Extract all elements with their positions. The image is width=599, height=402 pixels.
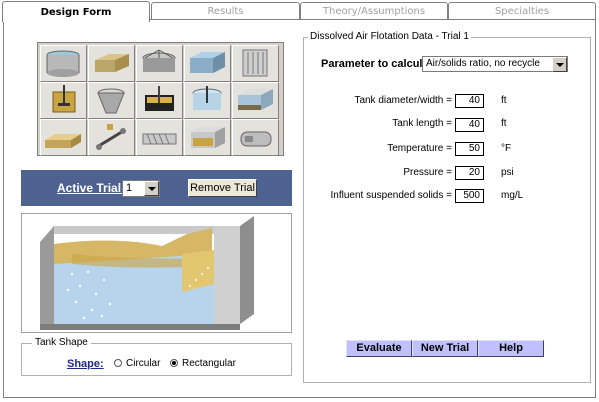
pressure-field[interactable]: 20: [455, 166, 484, 180]
chevron-down-icon[interactable]: [144, 181, 159, 196]
temperature-unit: °F: [501, 143, 512, 154]
filter-bed-icon[interactable]: [232, 82, 279, 119]
shape-label: Shape:: [67, 358, 104, 370]
radio-circular-label: Circular: [126, 358, 161, 369]
active-trial-value: 1: [126, 182, 133, 194]
active-trial-label: Active Trial:: [57, 181, 126, 195]
active-trial-bar: Active Trial: 1 Remove Trial: [21, 170, 292, 206]
tank-diameter-unit: ft: [501, 95, 507, 106]
chevron-down-icon[interactable]: [552, 57, 567, 72]
param-select-value: Air/solids ratio, no recycle: [426, 58, 540, 69]
tab-design-form-active[interactable]: Design Form: [2, 1, 150, 22]
remove-trial-button[interactable]: Remove Trial: [188, 179, 257, 197]
param-select[interactable]: Air/solids ratio, no recycle: [422, 56, 568, 72]
process-icon-grid: [37, 42, 284, 156]
daf-data-legend: Dissolved Air Flotation Data - Trial 1: [308, 31, 471, 42]
aeration-tank-icon[interactable]: [184, 45, 231, 82]
gravity-thickener-icon[interactable]: [184, 119, 231, 156]
tank-illustration: [21, 213, 292, 333]
tank-shape-group: Tank Shape Shape: Circular Rectangular: [21, 337, 292, 376]
active-trial-select[interactable]: 1: [122, 180, 160, 197]
centrifuge-icon[interactable]: [232, 119, 279, 156]
influent-solids-unit: mg/L: [501, 190, 524, 201]
influent-solids-field[interactable]: 500: [455, 189, 484, 203]
help-button[interactable]: Help: [478, 340, 544, 357]
tank-length-field[interactable]: 40: [455, 118, 484, 132]
tank-diameter-label: Tank diameter/width =: [354, 95, 452, 106]
screw-conveyor-icon[interactable]: [136, 119, 183, 156]
tab-theory-assumptions[interactable]: Theory/Assumptions: [300, 2, 448, 20]
influent-solids-label: Influent suspended solids =: [330, 190, 452, 201]
trickling-filter-icon[interactable]: [136, 45, 183, 82]
tab-specialties[interactable]: Specialties: [448, 2, 596, 20]
temperature-label: Temperature =: [387, 143, 452, 154]
flotation-tank-diagram: [40, 216, 254, 330]
mixer-tank-icon[interactable]: [40, 82, 87, 119]
radio-rectangular-label: Rectangular: [182, 358, 236, 369]
temperature-field[interactable]: 50: [455, 142, 484, 156]
tab-results[interactable]: Results: [151, 2, 300, 20]
radio-circular[interactable]: Circular: [114, 358, 160, 369]
tank-length-label: Tank length =: [392, 118, 452, 129]
radio-rectangular[interactable]: Rectangular: [170, 358, 236, 369]
grit-hopper-icon[interactable]: [88, 82, 135, 119]
pressure-unit: psi: [501, 167, 514, 178]
rectangular-basin-icon[interactable]: [88, 45, 135, 82]
radio-circular-dot[interactable]: [114, 359, 122, 367]
membrane-module-icon[interactable]: [232, 45, 279, 82]
pressure-label: Pressure =: [403, 167, 452, 178]
daf-data-group: Dissolved Air Flotation Data - Trial 1 P…: [303, 31, 591, 383]
dissolved-air-flotation-icon[interactable]: [184, 82, 231, 119]
radio-rectangular-dot[interactable]: [170, 359, 178, 367]
belt-press-icon[interactable]: [88, 119, 135, 156]
design-form-panel: Active Trial: 1 Remove Trial Tank Shape …: [3, 19, 596, 398]
app-window: Design Form Results Theory/Assumptions S…: [0, 0, 599, 402]
new-trial-button[interactable]: New Trial: [412, 340, 478, 357]
evaluate-button[interactable]: Evaluate: [346, 340, 412, 357]
circular-clarifier-icon[interactable]: [40, 45, 87, 82]
tank-shape-legend: Tank Shape: [32, 337, 91, 348]
floc-tank-icon[interactable]: [136, 82, 183, 119]
sludge-drying-icon[interactable]: [40, 119, 87, 156]
tank-length-unit: ft: [501, 118, 507, 129]
tank-diameter-field[interactable]: 40: [455, 94, 484, 108]
